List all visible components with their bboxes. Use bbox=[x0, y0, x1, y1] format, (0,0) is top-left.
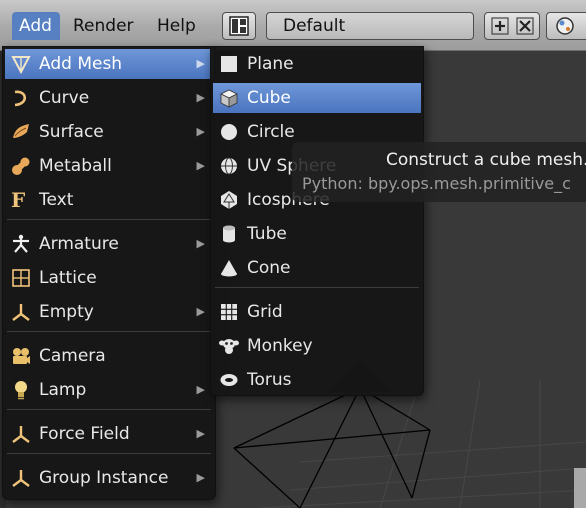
submenu-arrow-icon: ▶ bbox=[196, 57, 205, 70]
viewport-widget bbox=[574, 468, 586, 508]
tooltip-title: Construct a cube mesh. bbox=[386, 150, 586, 170]
submenu-arrow-icon: ▶ bbox=[196, 471, 205, 484]
menu-item-label: Torus bbox=[247, 370, 292, 390]
menu-item-metaball[interactable]: Metaball ▶ bbox=[5, 151, 213, 181]
menu-item-label: Add Mesh bbox=[39, 54, 123, 74]
group-instance-icon bbox=[12, 470, 30, 487]
grid-icon bbox=[221, 304, 237, 320]
scene-selector-button[interactable] bbox=[546, 12, 586, 40]
monkey-icon bbox=[219, 339, 239, 354]
menu-item-tube[interactable]: Tube bbox=[213, 219, 421, 249]
menu-item-label: Text bbox=[39, 190, 74, 210]
header-bar: Add Render Help Default bbox=[0, 0, 586, 51]
surface-icon bbox=[13, 124, 29, 138]
icosphere-icon bbox=[221, 191, 237, 209]
menu-item-label: Surface bbox=[39, 122, 104, 142]
curve-icon bbox=[14, 90, 27, 107]
menu-item-plane[interactable]: Plane bbox=[213, 49, 421, 79]
menu-item-surface[interactable]: Surface ▶ bbox=[5, 117, 213, 147]
menu-item-label: Cube bbox=[247, 88, 291, 108]
menu-item-label: Grid bbox=[247, 302, 283, 322]
menu-item-empty[interactable]: Empty ▶ bbox=[5, 297, 213, 327]
tooltip-python-path: Python: bpy.ops.mesh.primitive_c bbox=[302, 174, 571, 193]
tooltip: Construct a cube mesh. Python: bpy.ops.m… bbox=[292, 142, 586, 202]
menu-item-armature[interactable]: Armature ▶ bbox=[5, 229, 213, 259]
menu-separator bbox=[7, 453, 211, 454]
menu-item-label: Tube bbox=[247, 224, 287, 244]
camera-icon bbox=[13, 348, 30, 364]
menu-item-group-instance[interactable]: Group Instance ▶ bbox=[5, 463, 213, 493]
menu-item-camera[interactable]: Camera bbox=[5, 341, 213, 371]
menu-item-monkey[interactable]: Monkey bbox=[213, 331, 421, 361]
empty-icon bbox=[12, 304, 30, 321]
cone-icon bbox=[221, 260, 237, 277]
menu-separator bbox=[215, 287, 419, 288]
submenu-arrow-icon: ▶ bbox=[196, 237, 205, 250]
submenu-arrow-icon: ▶ bbox=[196, 427, 205, 440]
menu-item-label: Cone bbox=[247, 258, 291, 278]
menu-item-label: Empty bbox=[39, 302, 94, 322]
menu-item-force-field[interactable]: Force Field ▶ bbox=[5, 419, 213, 449]
circle-icon bbox=[221, 124, 237, 140]
add-layout-icon[interactable] bbox=[489, 16, 511, 36]
menu-item-text[interactable]: F Text bbox=[5, 185, 213, 215]
tube-icon bbox=[223, 225, 235, 243]
lattice-icon bbox=[12, 269, 30, 287]
menu-item-label: Lamp bbox=[39, 380, 87, 400]
submenu-arrow-icon: ▶ bbox=[196, 305, 205, 318]
menu-add[interactable]: Add bbox=[12, 12, 60, 40]
menu-item-label: Metaball bbox=[39, 156, 112, 176]
plane-icon bbox=[221, 56, 237, 72]
remove-layout-icon[interactable] bbox=[514, 16, 536, 36]
menu-item-cube[interactable]: Cube bbox=[213, 83, 421, 113]
submenu-arrow-icon: ▶ bbox=[196, 383, 205, 396]
menu-item-curve[interactable]: Curve ▶ bbox=[5, 83, 213, 113]
screen-layout-button[interactable] bbox=[222, 12, 256, 40]
menu-item-lamp[interactable]: Lamp ▶ bbox=[5, 375, 213, 405]
layout-name-field[interactable]: Default bbox=[266, 12, 474, 40]
mesh-submenu: Plane Cube Circle UV Sphere bbox=[210, 46, 424, 396]
menu-item-grid[interactable]: Grid bbox=[213, 297, 421, 327]
uv-sphere-icon bbox=[221, 157, 237, 175]
submenu-arrow-icon: ▶ bbox=[196, 125, 205, 138]
menu-item-label: Monkey bbox=[247, 336, 313, 356]
menu-separator bbox=[7, 219, 211, 220]
force-field-icon bbox=[12, 426, 30, 443]
camera-wireframe bbox=[233, 387, 431, 508]
menu-item-cone[interactable]: Cone bbox=[213, 253, 421, 283]
scene-icon bbox=[556, 17, 574, 35]
menu-item-label: Plane bbox=[247, 54, 294, 74]
armature-icon bbox=[13, 234, 29, 253]
add-menu: Add Mesh ▶ Curve ▶ Surface ▶ Metaball ▶ … bbox=[2, 46, 216, 500]
menu-item-torus[interactable]: Torus bbox=[213, 365, 421, 395]
menu-item-label: Force Field bbox=[39, 424, 130, 444]
menu-render[interactable]: Render bbox=[66, 12, 141, 40]
menu-separator bbox=[7, 409, 211, 410]
text-icon: F bbox=[11, 188, 26, 212]
lamp-icon bbox=[15, 381, 27, 400]
menu-item-label: Camera bbox=[39, 346, 106, 366]
menu-separator bbox=[7, 331, 211, 332]
menu-item-add-mesh[interactable]: Add Mesh ▶ bbox=[5, 49, 213, 79]
mesh-icon bbox=[11, 56, 31, 74]
metaball-icon bbox=[12, 157, 30, 175]
menu-item-label: Group Instance bbox=[39, 468, 169, 488]
menu-item-label: Armature bbox=[39, 234, 119, 254]
menu-item-label: Circle bbox=[247, 122, 295, 142]
cube-icon bbox=[220, 89, 238, 108]
screen-layout-icon bbox=[229, 16, 249, 36]
menu-item-lattice[interactable]: Lattice bbox=[5, 263, 213, 293]
blender-window: Add Render Help Default Add Mesh ▶ Curve… bbox=[0, 0, 586, 508]
submenu-arrow-icon: ▶ bbox=[196, 91, 205, 104]
menu-help[interactable]: Help bbox=[150, 12, 203, 40]
layout-add-remove-buttons bbox=[484, 12, 540, 40]
submenu-arrow-icon: ▶ bbox=[196, 159, 205, 172]
menu-item-label: Curve bbox=[39, 88, 90, 108]
menu-item-label: Lattice bbox=[39, 268, 97, 288]
torus-icon bbox=[220, 374, 238, 386]
